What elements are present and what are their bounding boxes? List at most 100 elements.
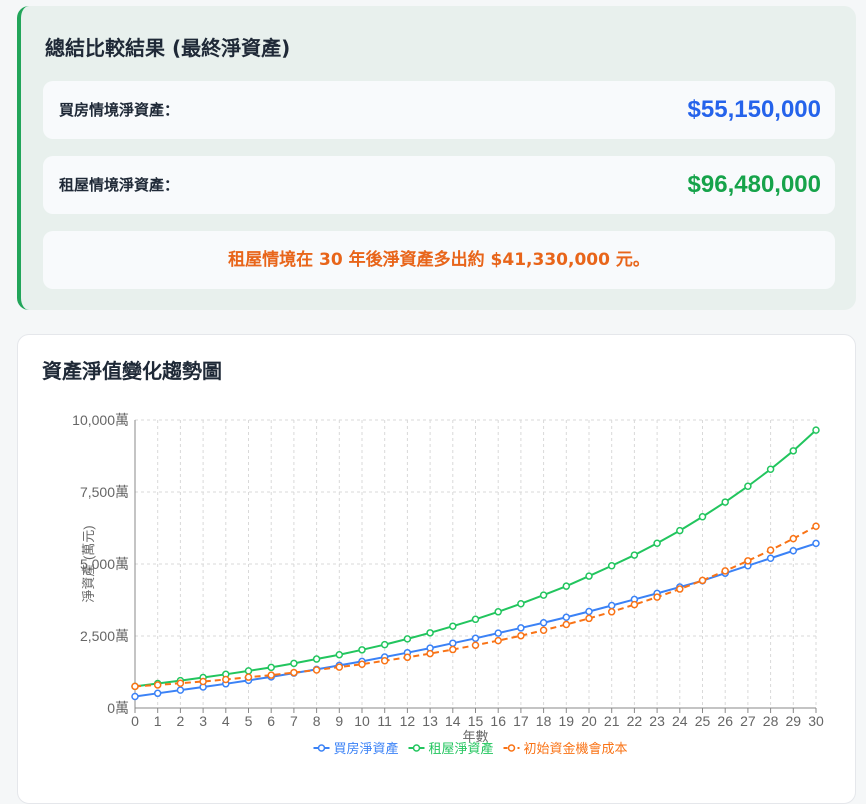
y-tick-label: 7,500萬 (80, 484, 129, 500)
data-point (721, 567, 729, 575)
data-point (449, 639, 457, 647)
x-tick-label: 16 (490, 713, 506, 729)
data-point (380, 657, 389, 665)
data-point (789, 534, 798, 543)
x-tick-label: 0 (131, 713, 139, 729)
data-point (676, 585, 684, 593)
data-point (335, 663, 344, 671)
x-tick-label: 9 (335, 713, 343, 729)
data-point (744, 482, 752, 490)
buy-net-worth-value: $55,150,000 (687, 96, 821, 123)
x-tick-label: 13 (422, 713, 438, 729)
data-point (312, 666, 321, 674)
x-tick-label: 14 (445, 713, 461, 729)
data-point (312, 655, 321, 663)
data-point (517, 624, 525, 632)
data-point (290, 668, 298, 677)
x-tick-label: 11 (377, 713, 392, 729)
rent-net-worth-row: 租屋情境淨資產： $96,480,000 (43, 156, 835, 214)
legend-label[interactable]: 買房淨資產 (334, 741, 399, 756)
data-point (517, 599, 525, 608)
data-point (562, 613, 571, 622)
x-tick-label: 3 (199, 713, 207, 729)
data-point (449, 622, 457, 630)
legend-label[interactable]: 租屋淨資產 (429, 741, 494, 756)
data-point (494, 608, 502, 616)
data-point (153, 689, 162, 698)
data-point (698, 513, 707, 521)
x-tick-label: 18 (536, 713, 552, 729)
data-point (766, 554, 775, 562)
rent-net-worth-label: 租屋情境淨資產： (59, 176, 180, 194)
data-point (176, 679, 185, 687)
data-point (721, 498, 729, 506)
data-point (585, 572, 593, 580)
summary-title: 總結比較結果 (最終淨資產) (45, 36, 291, 60)
data-point (494, 629, 502, 637)
x-tick-label: 29 (786, 713, 802, 729)
x-tick-label: 5 (245, 713, 253, 729)
data-point (244, 673, 253, 681)
data-point (290, 659, 298, 668)
data-point (812, 522, 820, 531)
x-tick-label: 26 (717, 713, 733, 729)
x-tick-label: 6 (267, 713, 275, 729)
conclusion-text: 租屋情境在 30 年後淨資產多出約 $41,330,000 元。 (228, 250, 650, 270)
chart-card: 資產淨值變化趨勢圖 0萬 2,500萬 5,000萬 7,500萬 10,000萬 0 1 2… (17, 334, 856, 804)
data-point (403, 635, 412, 643)
rent-net-worth-value: $96,480,000 (687, 171, 821, 198)
x-tick-label: 12 (400, 713, 416, 729)
data-point (471, 641, 480, 649)
data-point (267, 663, 275, 672)
data-point (131, 692, 139, 701)
legend-swatch-point[interactable] (317, 744, 326, 752)
data-point (471, 615, 480, 624)
data-point (426, 649, 434, 658)
data-point (653, 539, 661, 548)
data-point (539, 591, 548, 599)
data-point (471, 634, 480, 643)
data-point (607, 608, 616, 616)
data-point (358, 646, 366, 654)
data-point (449, 645, 457, 654)
data-point (494, 636, 502, 645)
data-point (789, 447, 798, 455)
y-tick-label: 10,000萬 (72, 412, 129, 428)
data-point (131, 682, 139, 691)
data-point (766, 465, 775, 473)
data-point (539, 626, 548, 634)
data-point (630, 600, 639, 609)
x-tick-label: 28 (763, 713, 779, 729)
legend-swatch-point[interactable] (412, 744, 421, 752)
data-point (789, 547, 798, 555)
x-tick-label: 20 (581, 713, 597, 729)
data-point (380, 640, 389, 649)
data-point (199, 677, 207, 686)
data-point (358, 660, 366, 668)
x-tick-label: 25 (695, 713, 711, 729)
y-tick-label: 0萬 (107, 700, 129, 716)
x-tick-label: 2 (177, 713, 185, 729)
data-point (812, 426, 820, 434)
x-tick-label: 27 (740, 713, 756, 729)
x-tick-label: 21 (604, 713, 620, 729)
data-point (176, 686, 185, 694)
x-tick-label: 30 (808, 713, 824, 729)
data-point (426, 629, 434, 637)
data-point (630, 551, 639, 559)
x-tick-label: 19 (559, 713, 575, 729)
data-point (585, 614, 593, 623)
data-point (153, 681, 162, 689)
x-tick-label: 1 (154, 713, 162, 729)
data-point (222, 675, 230, 684)
x-tick-label: 10 (354, 713, 370, 729)
legend-swatch-point[interactable] (507, 744, 516, 752)
y-tick-label: 2,500萬 (80, 628, 129, 644)
legend-label[interactable]: 初始資金機會成本 (524, 741, 628, 756)
x-tick-label: 7 (290, 713, 298, 729)
x-tick-label: 24 (672, 713, 688, 729)
data-point (607, 561, 616, 570)
x-tick-label: 22 (627, 713, 643, 729)
x-tick-label: 4 (222, 713, 230, 729)
data-point (244, 667, 253, 675)
